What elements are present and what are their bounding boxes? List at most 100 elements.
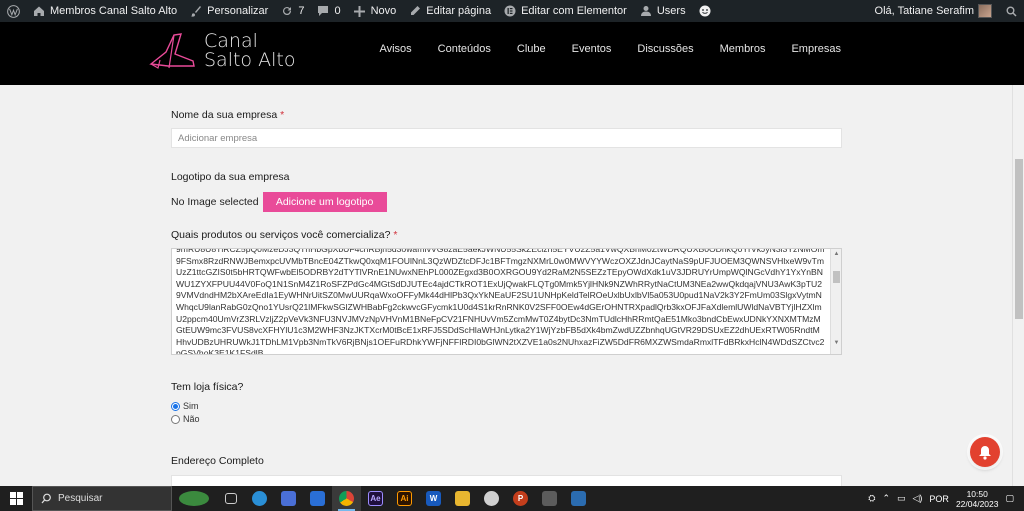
company-name-field-group: Nome da sua empresa * Adicionar empresa [171, 109, 842, 148]
people-icon[interactable]: ⛭ [868, 493, 875, 504]
taskbar-mail[interactable] [303, 486, 332, 511]
updates-count: 7 [298, 5, 305, 17]
scroll-down-arrow-icon[interactable]: ▼ [833, 340, 840, 346]
textarea-scroll-thumb[interactable] [833, 271, 840, 283]
nav-avisos[interactable]: Avisos [366, 43, 424, 55]
photos-icon [571, 491, 586, 506]
taskbar-chrome[interactable] [332, 486, 361, 511]
new-content-link[interactable]: Novo [347, 0, 403, 22]
products-field-group: Quais produtos ou serviços você comercia… [171, 229, 842, 355]
taskbar-explorer[interactable] [448, 486, 477, 511]
after-effects-icon: Ae [368, 491, 383, 506]
store-field-group: Tem loja física? Sim Não [171, 381, 842, 424]
page-scroll-thumb[interactable] [1015, 159, 1023, 319]
nav-conteudos[interactable]: Conteúdos [425, 43, 504, 55]
site-name-link[interactable]: Membros Canal Salto Alto [26, 0, 183, 22]
wp-admin-bar: Membros Canal Salto Alto Personalizar 7 … [0, 0, 1024, 22]
nav-membros[interactable]: Membros [707, 43, 779, 55]
taskbar-search[interactable]: Pesquisar [32, 486, 172, 511]
illustrator-icon: Ai [397, 491, 412, 506]
bell-icon [979, 445, 991, 460]
site-logo[interactable]: Canal Salto Alto [148, 30, 295, 72]
radio-option-nao[interactable]: Não [171, 414, 842, 424]
nav-eventos[interactable]: Eventos [559, 43, 625, 55]
high-heel-logo-icon [149, 33, 195, 69]
greeting-label: Olá, Tatiane Serafim [874, 5, 974, 17]
taskbar-word[interactable]: W [419, 486, 448, 511]
admin-search-button[interactable] [998, 0, 1024, 22]
task-view-icon [224, 493, 237, 504]
users-link[interactable]: Users [633, 0, 692, 22]
edit-page-link[interactable]: Editar página [402, 0, 497, 22]
main-navigation: Avisos Conteúdos Clube Eventos Discussõe… [366, 22, 854, 75]
page-scrollbar[interactable] [1012, 85, 1024, 486]
wordpress-logo-button[interactable] [0, 0, 26, 22]
chrome-icon [339, 491, 354, 506]
store-radio-group: Sim Não [171, 401, 842, 424]
taskbar-app-cloud[interactable] [477, 486, 506, 511]
weather-widget[interactable] [172, 486, 216, 511]
notification-bell-button[interactable] [970, 437, 1000, 467]
taskbar-after-effects[interactable]: Ae [361, 486, 390, 511]
show-hidden-icons-icon[interactable]: ⌃ [882, 493, 890, 504]
address-input[interactable] [171, 475, 842, 486]
cloud-app-icon [484, 491, 499, 506]
main-content: Nome da sua empresa * Adicionar empresa … [0, 85, 1012, 486]
edit-elementor-link[interactable]: Editar com Elementor [497, 0, 633, 22]
products-textarea-value: 9mRU8U8TlRCZ5pQ0MzeDJ3QThHbGpXbUF4cnRBjh… [176, 248, 825, 355]
smiley-icon [698, 4, 712, 18]
taskbar-powerpoint[interactable]: P [506, 486, 535, 511]
company-name-input[interactable]: Adicionar empresa [171, 128, 842, 148]
company-name-label: Nome da sua empresa * [171, 109, 285, 121]
word-icon: W [426, 491, 441, 506]
taskbar-clock[interactable]: 10:50 22/04/2023 [956, 489, 999, 509]
network-icon[interactable]: ▭ [897, 493, 906, 504]
my-account-link[interactable]: Olá, Tatiane Serafim [869, 0, 998, 22]
customize-link[interactable]: Personalizar [183, 0, 274, 22]
logo-label: Logotipo da sua empresa [171, 171, 290, 183]
nav-discussoes[interactable]: Discussões [624, 43, 706, 55]
comments-link[interactable]: 0 [310, 0, 346, 22]
wordpress-icon [6, 4, 20, 18]
required-asterisk: * [393, 229, 398, 241]
calculator-icon [542, 491, 557, 506]
home-icon [32, 4, 46, 18]
pencil-icon [408, 4, 422, 18]
radio-nao[interactable] [171, 414, 180, 424]
refresh-icon [280, 4, 294, 18]
scroll-up-arrow-icon[interactable]: ▲ [833, 251, 840, 257]
radio-sim[interactable] [171, 401, 180, 411]
products-label: Quais produtos ou serviços você comercia… [171, 229, 398, 241]
customize-label: Personalizar [207, 5, 269, 17]
radio-option-sim[interactable]: Sim [171, 401, 842, 411]
volume-icon[interactable]: ◁) [913, 493, 923, 504]
mail-icon [310, 491, 325, 506]
windows-taskbar: Pesquisar Ae Ai W P ⛭ ⌃ ▭ ◁) POR 10:50 2… [0, 486, 1024, 511]
taskbar-photos[interactable] [564, 486, 593, 511]
products-textarea[interactable]: 9mRU8U8TlRCZ5pQ0MzeDJ3QThHbGpXbUF4cnRBjh… [171, 248, 842, 355]
language-indicator[interactable]: POR [929, 494, 949, 504]
radio-sim-label: Sim [183, 401, 199, 411]
nav-clube[interactable]: Clube [504, 43, 559, 55]
add-logo-button[interactable]: Adicione um logotipo [262, 192, 387, 212]
taskbar-store[interactable] [274, 486, 303, 511]
smiley-plugin-button[interactable] [692, 0, 718, 22]
textarea-scrollbar[interactable]: ▲ ▼ [830, 249, 841, 354]
start-button[interactable] [0, 486, 32, 511]
nav-empresas[interactable]: Empresas [778, 43, 854, 55]
logo-upload-row: No Image selected Adicione um logotipo [171, 192, 842, 212]
address-field-group: Endereço Completo [171, 455, 842, 486]
task-view-button[interactable] [216, 486, 245, 511]
edit-elementor-label: Editar com Elementor [521, 5, 627, 17]
radio-nao-label: Não [183, 414, 200, 424]
taskbar-calculator[interactable] [535, 486, 564, 511]
edge-icon [252, 491, 267, 506]
required-asterisk: * [280, 109, 285, 121]
taskbar-edge[interactable] [245, 486, 274, 511]
site-header: Canal Salto Alto Avisos Conteúdos Clube … [0, 22, 1024, 85]
taskbar-illustrator[interactable]: Ai [390, 486, 419, 511]
globe-widget-icon [179, 491, 209, 506]
updates-link[interactable]: 7 [274, 0, 310, 22]
notifications-icon[interactable]: ▢ [1005, 493, 1014, 504]
logo-line-2: Salto Alto [204, 49, 296, 71]
